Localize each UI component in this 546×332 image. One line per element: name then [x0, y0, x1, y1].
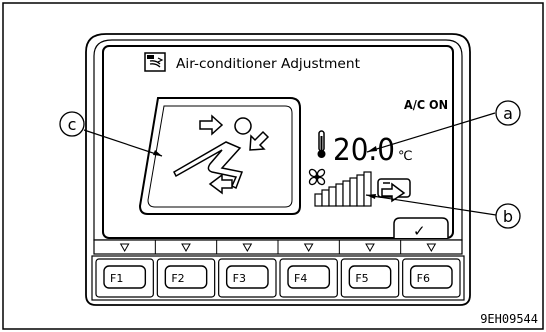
air-conditioner-icon [144, 52, 166, 72]
function-key-f3[interactable]: F3 [218, 258, 277, 298]
function-key-f2[interactable]: F2 [156, 258, 216, 298]
function-key-f1[interactable]: F1 [95, 258, 154, 298]
function-key-f6[interactable]: F6 [402, 258, 461, 298]
callout-b-leader [365, 194, 497, 216]
figure-code: 9EH09544 [480, 312, 538, 326]
function-key-label: F1 [110, 272, 123, 285]
thermometer-icon [317, 130, 326, 158]
function-key-label: F6 [417, 272, 430, 285]
fan-icon [308, 168, 326, 186]
seat-airflow-icon [173, 114, 270, 195]
callout-c-arrowhead [153, 150, 162, 156]
callout-b: b [495, 203, 521, 229]
function-key-label: F5 [355, 272, 368, 285]
function-key-label: F2 [171, 272, 184, 285]
callout-a: a [495, 100, 521, 126]
callout-c-label: c [68, 115, 77, 134]
ac-status: A/C ON [404, 98, 448, 112]
temperature-value: 20.0 [333, 133, 395, 168]
check-icon: ✓ [413, 222, 426, 240]
callout-a-label: a [503, 104, 513, 123]
callout-b-label: b [503, 207, 513, 226]
callout-c: c [59, 111, 85, 137]
confirm-button[interactable]: ✓ [393, 217, 449, 240]
function-key-label: F3 [233, 272, 246, 285]
screen-title: Air-conditioner Adjustment [176, 57, 360, 72]
function-key-f5[interactable]: F5 [340, 258, 400, 298]
function-key-f4[interactable]: F4 [279, 258, 338, 298]
temperature-unit: ℃ [398, 149, 413, 164]
function-keys: F1 F2 F3 F4 F5 F6 [95, 258, 461, 298]
function-key-label: F4 [294, 272, 307, 285]
monitor-diagram: Air-conditioner Adjustment 20.0 ℃ A/C ON [2, 2, 544, 330]
fan-level-bars-icon [314, 171, 372, 207]
